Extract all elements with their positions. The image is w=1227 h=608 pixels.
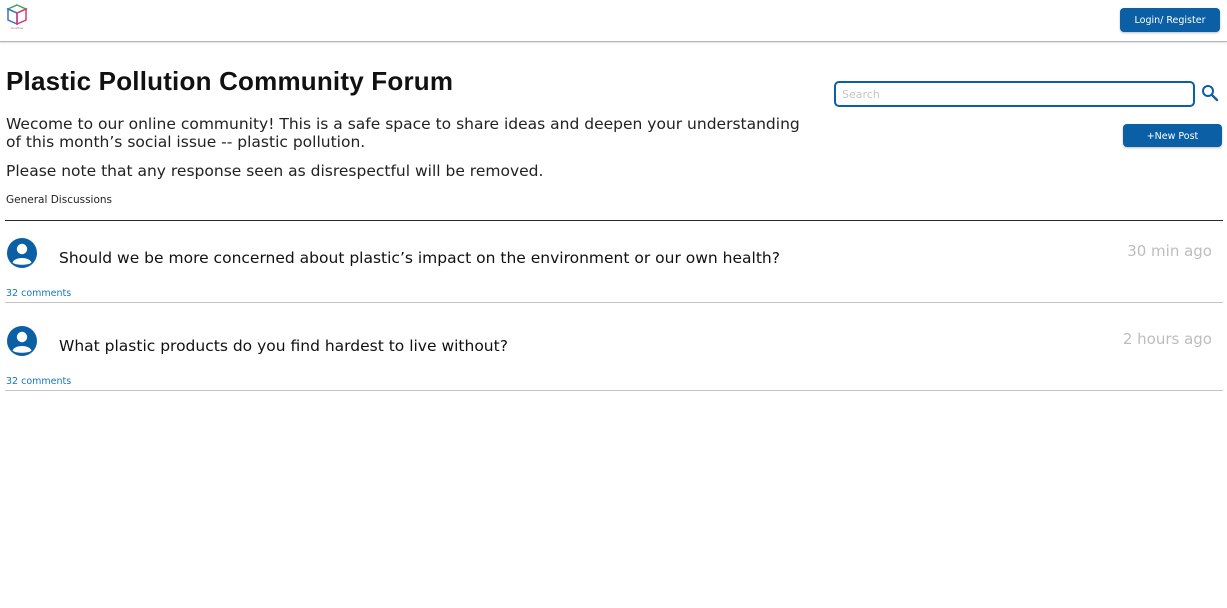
user-avatar-icon [7,238,37,268]
post-title[interactable]: Should we be more concerned about plasti… [59,249,780,267]
comments-link[interactable]: 32 comments [6,376,71,387]
post-timestamp: 30 min ago [1127,242,1212,260]
post-title[interactable]: What plastic products do you find hardes… [59,337,508,355]
moderation-note: Please note that any response seen as di… [6,162,544,180]
intro-text: Wecome to our online community! This is … [6,115,800,151]
section-label: General Discussions [6,194,113,206]
search-icon[interactable] [1201,84,1219,102]
logo[interactable]: tensflow [5,4,29,32]
post-item[interactable]: Should we be more concerned about plasti… [5,221,1223,303]
post-item[interactable]: What plastic products do you find hardes… [5,309,1223,391]
comments-link[interactable]: 32 comments [6,288,71,299]
user-avatar-icon [7,326,37,356]
logo-text: tensflow [10,26,24,30]
cube-logo-icon [6,4,28,26]
post-timestamp: 2 hours ago [1122,330,1212,348]
page-title: Plastic Pollution Community Forum [6,66,454,96]
login-register-button[interactable]: Login/ Register [1120,8,1220,32]
search-input[interactable] [834,81,1195,107]
new-post-button[interactable]: +New Post [1123,124,1222,147]
top-navbar: tensflow Login/ Register [0,0,1227,42]
